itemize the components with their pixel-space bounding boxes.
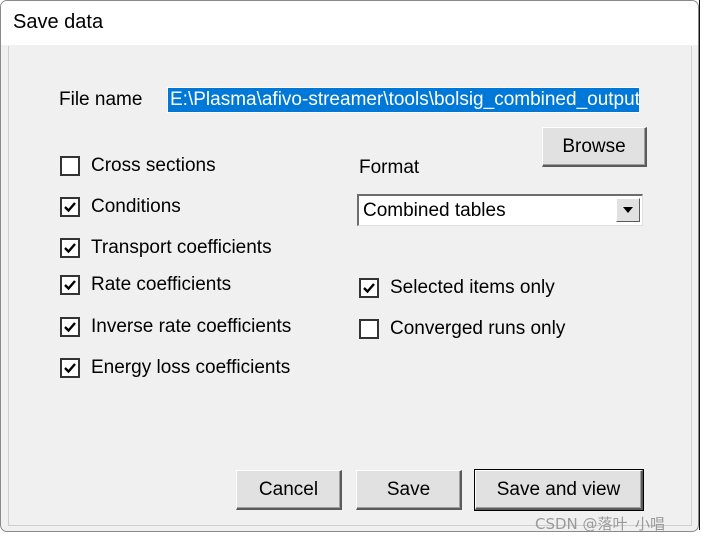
browse-button[interactable]: Browse — [542, 127, 647, 167]
rate-coefficients-option[interactable]: Rate coefficients — [60, 274, 231, 296]
transport-coefficients-option[interactable]: Transport coefficients — [60, 237, 272, 259]
file-name-label: File name — [59, 89, 143, 110]
watermark: CSDN @落叶_小唱 — [535, 515, 666, 532]
energy-loss-coefficients-label: Energy loss coefficients — [91, 357, 291, 378]
selected-items-only-option[interactable]: Selected items only — [359, 277, 555, 299]
cross-sections-option[interactable]: Cross sections — [60, 155, 216, 177]
checkmark-icon — [363, 283, 375, 294]
file-name-input[interactable]: E:\Plasma\afivo-streamer\tools\bolsig_co… — [167, 87, 639, 113]
cross-sections-label: Cross sections — [91, 155, 216, 176]
checkmark-icon — [64, 280, 76, 291]
inverse-rate-coefficients-label: Inverse rate coefficients — [91, 316, 292, 337]
format-select-arrow[interactable] — [616, 198, 640, 222]
conditions-checkbox[interactable] — [60, 197, 80, 217]
energy-loss-coefficients-checkbox[interactable] — [60, 358, 80, 378]
chevron-down-icon — [623, 207, 633, 213]
cancel-button[interactable]: Cancel — [236, 470, 342, 510]
background-divider — [699, 0, 700, 541]
checkmark-icon — [64, 322, 76, 333]
checkmark-icon — [64, 363, 76, 374]
cross-sections-checkbox[interactable] — [60, 156, 80, 176]
format-label: Format — [359, 157, 420, 178]
transport-coefficients-label: Transport coefficients — [91, 237, 272, 258]
converged-runs-only-label: Converged runs only — [390, 318, 566, 339]
converged-runs-only-checkbox[interactable] — [359, 319, 379, 339]
energy-loss-coefficients-option[interactable]: Energy loss coefficients — [60, 357, 290, 379]
inverse-rate-coefficients-checkbox[interactable] — [60, 317, 80, 337]
conditions-label: Conditions — [91, 196, 181, 217]
transport-coefficients-checkbox[interactable] — [60, 238, 80, 258]
save-and-view-button[interactable]: Save and view — [474, 469, 644, 511]
checkmark-icon — [64, 202, 76, 213]
inverse-rate-coefficients-option[interactable]: Inverse rate coefficients — [60, 316, 291, 338]
format-select-value: Combined tables — [363, 200, 506, 221]
save-button[interactable]: Save — [356, 470, 462, 510]
rate-coefficients-checkbox[interactable] — [60, 275, 80, 295]
rate-coefficients-label: Rate coefficients — [91, 274, 232, 295]
selected-items-only-checkbox[interactable] — [359, 278, 379, 298]
title-bar[interactable]: Save data — [1, 1, 698, 45]
checkmark-icon — [64, 243, 76, 254]
conditions-option[interactable]: Conditions — [60, 196, 181, 218]
selected-items-only-label: Selected items only — [390, 277, 555, 298]
dialog-title: Save data — [13, 11, 104, 33]
save-data-dialog: Save data File name E:\Plasma\afivo-stre… — [0, 0, 699, 532]
converged-runs-only-option[interactable]: Converged runs only — [359, 318, 565, 340]
format-select[interactable]: Combined tables — [357, 194, 643, 226]
file-name-value: E:\Plasma\afivo-streamer\tools\bolsig_co… — [168, 88, 639, 112]
